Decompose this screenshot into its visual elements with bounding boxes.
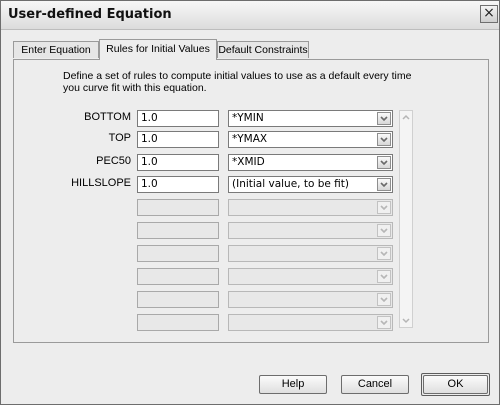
value-field-empty [137,199,219,216]
rule-value-top: *YMAX [232,133,268,145]
value-field-empty [137,245,219,262]
value-field-empty [137,314,219,331]
rule-dropdown-empty [228,291,393,308]
value-field-top[interactable]: 1.0 [137,131,219,148]
close-button[interactable]: × [480,5,498,23]
rule-dropdown-top[interactable]: *YMAX [228,131,393,148]
value-field-empty [137,291,219,308]
chevron-down-icon [377,201,391,214]
close-icon: × [483,5,495,21]
chevron-down-icon [377,293,391,306]
rule-dropdown-hillslope[interactable]: (Initial value, to be fit) [228,176,393,193]
param-label-pec50: PEC50 [96,155,131,167]
value-field-hillslope[interactable]: 1.0 [137,176,219,193]
param-label-top: TOP [108,132,131,144]
tab-enter-equation[interactable]: Enter Equation [13,41,99,58]
value-field-pec50[interactable]: 1.0 [137,154,219,171]
title-bar: User-defined Equation × [1,1,499,30]
param-label-hillslope: HILLSLOPE [71,177,131,189]
chevron-down-icon [377,224,391,237]
ok-button[interactable]: OK [423,375,488,394]
rule-value-pec50: *XMID [232,156,265,168]
dialog-window: User-defined Equation × Enter Equation R… [0,0,500,405]
chevron-down-icon [377,247,391,260]
value-field-bottom[interactable]: 1.0 [137,110,219,127]
rule-dropdown-empty [228,268,393,285]
rule-dropdown-empty [228,222,393,239]
chevron-down-icon[interactable] [377,133,391,146]
rule-value-bottom: *YMIN [232,112,264,124]
chevron-down-icon[interactable] [377,112,391,125]
rule-dropdown-bottom[interactable]: *YMIN [228,110,393,127]
scroll-down-icon[interactable] [400,314,412,327]
value-field-empty [137,222,219,239]
tab-default-constraints[interactable]: Default Constraints [217,41,309,58]
instructions-text: Define a set of rules to compute initial… [63,70,412,94]
window-title: User-defined Equation [8,7,172,22]
scroll-up-icon[interactable] [400,111,412,124]
cancel-button[interactable]: Cancel [341,375,409,394]
value-field-empty [137,268,219,285]
chevron-down-icon[interactable] [377,178,391,191]
rule-dropdown-empty [228,199,393,216]
rule-dropdown-empty [228,314,393,331]
tab-rules-initial-values[interactable]: Rules for Initial Values [99,39,217,60]
rule-dropdown-empty [228,245,393,262]
rule-dropdown-pec50[interactable]: *XMID [228,154,393,171]
chevron-down-icon [377,316,391,329]
chevron-down-icon[interactable] [377,156,391,169]
chevron-down-icon [377,270,391,283]
help-button[interactable]: Help [259,375,327,394]
param-label-bottom: BOTTOM [84,111,131,123]
rule-value-hillslope: (Initial value, to be fit) [232,178,350,190]
rows-scrollbar[interactable] [399,110,413,328]
